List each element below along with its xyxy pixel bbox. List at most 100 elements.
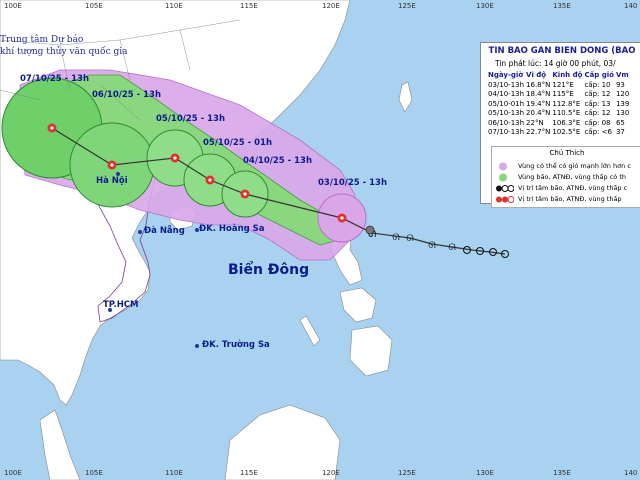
legend-text-past: Vị trí tâm bão, ATNĐ, vùng thấp c xyxy=(518,184,628,192)
past-symbols-icon xyxy=(496,185,514,192)
green-dot-icon xyxy=(499,173,507,182)
legend-item-forecast: Vị trí tâm bão, ATNĐ, vùng thấp xyxy=(496,195,622,204)
past-storm-icon-2: ᘏ xyxy=(392,233,400,243)
storm-icon-05-10a xyxy=(170,153,180,163)
legend-item-wind-zone: Vùng có thể có gió mạnh lớn hơn c xyxy=(496,162,631,171)
cell: 16.8°N xyxy=(526,80,551,89)
label-04-10: 04/10/25 - 13h xyxy=(243,156,313,166)
hanoi-label: Hà Nội xyxy=(96,176,128,186)
label-05-10a: 05/10/25 - 13h xyxy=(156,114,226,124)
truongsa-marker xyxy=(195,344,199,348)
cell: 65 xyxy=(615,118,625,127)
legend-text-storm-zone: Vùng bão, ATNĐ, vùng thấp có th xyxy=(518,173,627,181)
agency-line-2: khí tượng thủy văn quốc gia xyxy=(0,47,128,57)
legend-title: Chú Thích xyxy=(549,149,585,157)
cell: cấp: 12 xyxy=(584,109,611,117)
cell: cấp: <6 xyxy=(584,128,612,136)
header-lat: Vĩ độ xyxy=(526,71,547,79)
table-header-row: Ngày-giờ Vĩ độ Kinh độ Cấp gió Vm xyxy=(487,71,630,81)
label-05-10b: 05/10/25 - 01h xyxy=(203,138,273,148)
label-03-10: 03/10/25 - 13h xyxy=(318,178,388,188)
table-row: 06/10-13h 22°N 106.3°E cấp: 08 65 xyxy=(487,119,630,129)
cell: cấp: 12 xyxy=(584,90,611,98)
danang-marker xyxy=(138,230,142,234)
legend-item-past: Vị trí tâm bão, ATNĐ, vùng thấp c xyxy=(496,184,627,193)
cell: 121°E xyxy=(552,80,574,89)
legend-text-forecast: Vị trí tâm bão, ATNĐ, vùng thấp xyxy=(518,195,622,203)
current-position-marker xyxy=(365,225,375,235)
cell: 112.8°E xyxy=(552,99,581,108)
danang-label: Đà Nẵng xyxy=(144,226,185,236)
cell: 139 xyxy=(615,99,630,108)
storm-icon-04-10 xyxy=(240,189,250,199)
cell: 06/10-13h xyxy=(488,118,525,127)
purple-dot-icon xyxy=(499,162,507,171)
past-storm-icon-4: ᘏ xyxy=(428,241,436,251)
cell: 120 xyxy=(615,90,630,98)
cell: 93 xyxy=(615,80,625,89)
header-lon: Kinh độ xyxy=(552,71,583,79)
cell: 04/10-13h xyxy=(488,90,525,98)
cell: 22°N xyxy=(526,118,544,127)
label-06-10: 06/10/25 - 13h xyxy=(92,90,162,100)
cell: 102.5°E xyxy=(552,128,581,136)
cell: 20.4°N xyxy=(526,109,551,117)
forecast-symbols-icon xyxy=(496,196,514,203)
label-07-10: 07/10/25 - 13h xyxy=(20,74,90,84)
bottom-axis-100: 100E xyxy=(4,469,22,477)
truongsa-label: ĐK. Trường Sa xyxy=(202,340,270,350)
bottom-axis-115: 115E xyxy=(240,469,258,477)
legend-text-wind-zone: Vùng có thể có gió mạnh lớn hơn c xyxy=(518,162,631,170)
past-storm-icon-5: ᘏ xyxy=(448,243,456,253)
table-row: 05/10-01h 19.4°N 112.8°E cấp: 13 139 xyxy=(487,100,630,110)
cell: 130 xyxy=(615,109,630,117)
storm-icon-05-10b xyxy=(205,175,215,185)
bottom-axis-120: 120E xyxy=(322,469,340,477)
cell: 37 xyxy=(615,128,625,136)
bien-dong-label: Biển Đông xyxy=(228,262,310,278)
table-row: 07/10-13h 22.7°N 102.5°E cấp: <6 37 xyxy=(487,128,630,138)
agency-line-1: Trung tâm Dự báo xyxy=(0,35,84,45)
cell: 110.5°E xyxy=(552,109,581,117)
cell: 03/10-13h xyxy=(488,80,525,89)
cell: 05/10-13h xyxy=(488,109,525,117)
past-storm-icon-3: ᘏ xyxy=(406,234,414,244)
cell: 106.3°E xyxy=(552,118,581,127)
cell: cấp: 08 xyxy=(584,118,611,127)
top-axis-100: 100E xyxy=(4,2,22,10)
storm-track-map: ᘏ ᘏ ᘏ ᘏ ᘏ 100E 105E 110E 115E 120E 125E … xyxy=(0,0,640,480)
top-axis-135: 135E xyxy=(553,2,571,10)
top-axis-130: 130E xyxy=(476,2,494,10)
hoangsa-label: ĐK. Hoàng Sa xyxy=(199,224,265,234)
bottom-axis-105: 105E xyxy=(85,469,103,477)
cell: 18.4°N xyxy=(526,90,551,98)
header-wind: Cấp gió xyxy=(584,71,614,79)
top-axis-120: 120E xyxy=(322,2,340,10)
storm-icon-06-10 xyxy=(107,160,117,170)
map-legend: Chú Thích Vùng có thể có gió mạnh lớn hơ… xyxy=(491,146,640,208)
table-row: 04/10-13h 18.4°N 115°E cấp: 12 120 xyxy=(487,90,630,100)
top-axis-140: 140 xyxy=(624,2,638,10)
top-axis-115: 115E xyxy=(240,2,258,10)
top-axis-125: 125E xyxy=(398,2,416,10)
storm-icon-07-10 xyxy=(47,123,57,133)
header-vmax: Vm xyxy=(615,71,629,79)
table-row: 03/10-13h 16.8°N 121°E cấp: 10 93 xyxy=(487,81,630,91)
cell: 05/10-01h xyxy=(488,99,525,108)
cell: cấp: 13 xyxy=(584,99,611,108)
cell: 07/10-13h xyxy=(488,128,525,136)
storm-icon-03-10 xyxy=(337,213,347,223)
cell: 115°E xyxy=(552,90,574,98)
cell: 19.4°N xyxy=(526,99,551,108)
top-axis-105: 105E xyxy=(85,2,103,10)
hcm-label: TP.HCM xyxy=(103,300,139,310)
top-axis-110: 110E xyxy=(165,2,183,10)
panel-title: TIN BAO GAN BIEN DONG (BAO xyxy=(488,46,636,56)
bottom-axis-135: 135E xyxy=(553,469,571,477)
panel-issue-time: Tin phát lúc: 14 giờ 00 phút, 03/ xyxy=(495,59,616,68)
cell: 22.7°N xyxy=(526,128,551,136)
cell: cấp: 10 xyxy=(584,80,611,89)
table-row: 05/10-13h 20.4°N 110.5°E cấp: 12 130 xyxy=(487,109,630,119)
bottom-axis-110: 110E xyxy=(165,469,183,477)
legend-item-storm-zone: Vùng bão, ATNĐ, vùng thấp có th xyxy=(496,173,626,182)
